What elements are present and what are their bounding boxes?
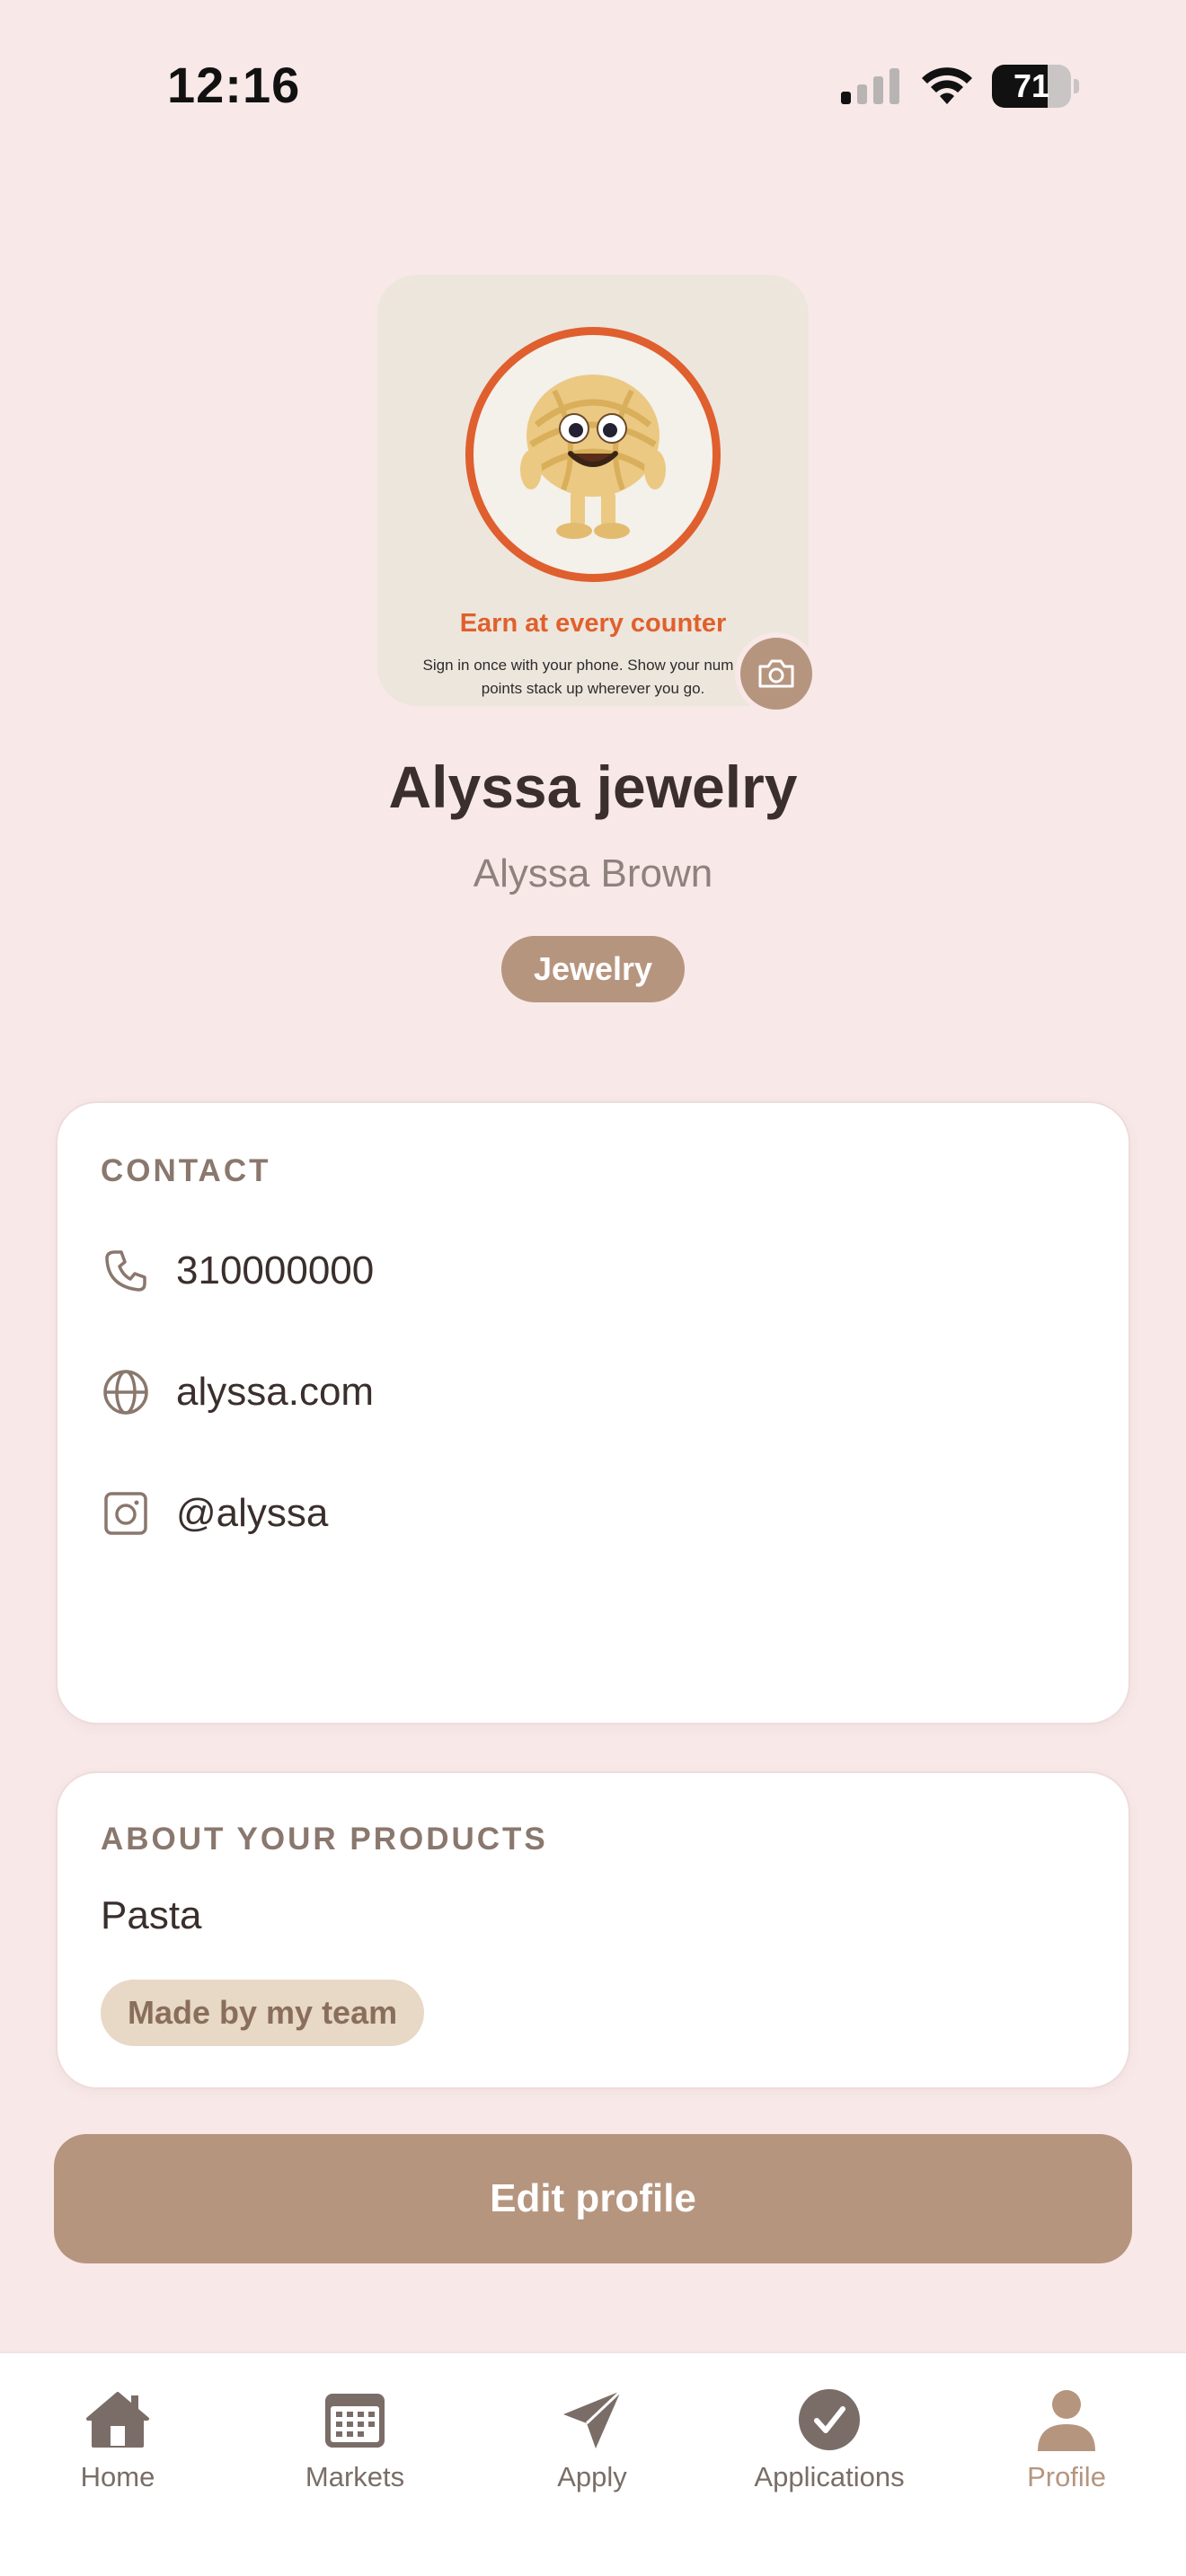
instagram-icon <box>101 1488 151 1539</box>
contact-card: CONTACT 310000000 alyssa.com @alyssa <box>56 1101 1130 1725</box>
battery-indicator: 71 <box>992 65 1079 108</box>
products-description: Pasta <box>101 1893 202 1937</box>
change-photo-button[interactable] <box>735 632 818 715</box>
check-circle-icon <box>730 2387 928 2452</box>
tab-markets[interactable]: Markets <box>256 2371 454 2515</box>
tab-profile[interactable]: Profile <box>968 2371 1165 2515</box>
tab-profile-label: Profile <box>1027 2461 1106 2492</box>
category-badge: Jewelry <box>501 936 685 1002</box>
instagram-handle: @alyssa <box>176 1491 329 1535</box>
wifi-icon <box>922 67 972 104</box>
tab-apply[interactable]: Apply <box>493 2371 691 2515</box>
home-icon <box>19 2387 217 2452</box>
profile-photo: Earn at every counter Sign in once with … <box>377 275 818 715</box>
phone-row[interactable]: 310000000 <box>101 1239 374 1302</box>
profile-image-card: Earn at every counter Sign in once with … <box>377 275 809 706</box>
website-row[interactable]: alyssa.com <box>101 1361 374 1424</box>
phone-icon <box>101 1246 151 1296</box>
instagram-row[interactable]: @alyssa <box>101 1482 328 1545</box>
pasta-mascot-icon <box>520 375 666 539</box>
website-link: alyssa.com <box>176 1370 375 1414</box>
person-icon <box>968 2387 1165 2452</box>
made-by-team-badge: Made by my team <box>101 1980 425 2046</box>
tab-home-label: Home <box>80 2461 155 2492</box>
bottom-tab-bar: Home Markets Apply Applications Profile <box>0 2351 1186 2576</box>
tab-markets-label: Markets <box>305 2461 405 2492</box>
about-section-title: ABOUT YOUR PRODUCTS <box>101 1822 548 1857</box>
owner-name: Alyssa Brown <box>473 851 713 895</box>
promo-body: Sign in once with your phone. Show your … <box>422 657 764 697</box>
cellular-signal-icon <box>841 68 899 104</box>
tab-applications[interactable]: Applications <box>730 2371 928 2515</box>
battery-percentage: 71 <box>1013 67 1050 104</box>
camera-icon <box>758 659 794 688</box>
status-bar: 12:16 71 <box>0 0 1186 171</box>
tab-apply-label: Apply <box>557 2461 627 2492</box>
contact-section-title: CONTACT <box>101 1153 271 1188</box>
about-products-card: ABOUT YOUR PRODUCTS Pasta Made by my tea… <box>56 1771 1130 2089</box>
tab-home[interactable]: Home <box>19 2371 217 2515</box>
mascot-illustration <box>465 327 721 582</box>
send-icon <box>493 2387 691 2452</box>
calendar-icon <box>256 2387 454 2452</box>
phone-number: 310000000 <box>176 1248 375 1292</box>
tab-applications-label: Applications <box>754 2461 905 2492</box>
status-time: 12:16 <box>167 57 301 113</box>
globe-icon <box>101 1367 151 1417</box>
edit-profile-button[interactable]: Edit profile <box>54 2134 1132 2263</box>
promo-title: Earn at every counter <box>459 609 727 638</box>
business-name: Alyssa jewelry <box>388 754 798 820</box>
